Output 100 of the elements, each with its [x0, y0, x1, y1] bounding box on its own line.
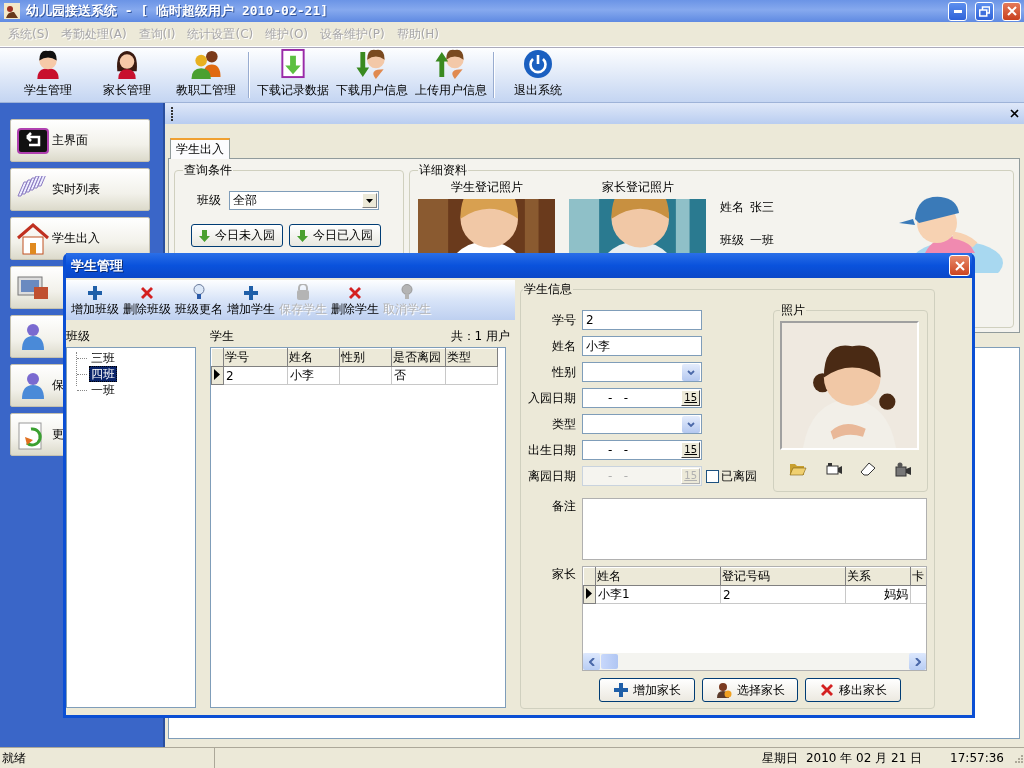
field-label: 入园日期: [527, 389, 576, 407]
caret-icon: [366, 198, 373, 203]
cross-icon: [140, 286, 154, 300]
toolbar-button[interactable]: 下载记录数据: [253, 48, 332, 102]
close-icon: [954, 260, 965, 271]
return-icon: [17, 127, 49, 154]
horizontal-scrollbar[interactable]: [583, 653, 926, 670]
sidebar-button[interactable]: 实时列表: [10, 168, 150, 211]
class-dropdown[interactable]: 全部: [229, 191, 379, 210]
eraser-icon[interactable]: [860, 462, 877, 476]
table-cell: 2: [723, 587, 731, 602]
pane-title: 学生: [210, 328, 235, 345]
person-down-arrow-icon: [355, 48, 388, 79]
table-cell: 妈妈: [884, 587, 908, 601]
group-title: 照片: [781, 303, 805, 317]
action-button[interactable]: 增加家长: [599, 678, 695, 702]
photo-caption: 家长登记照片: [601, 179, 674, 196]
plus-icon: [88, 286, 102, 300]
field-label: 备注: [551, 498, 576, 515]
photo-caption: 学生登记照片: [450, 179, 523, 196]
field-label: 班级: [197, 192, 221, 209]
chevron-icon: [687, 369, 695, 375]
toolbar-button[interactable]: 退出系统: [498, 48, 577, 102]
plus-icon: [613, 683, 628, 697]
dropdown-field[interactable]: [582, 414, 702, 434]
window-title: 幼儿园接送系统 - [ 临时超级用户 2010-02-21]: [26, 2, 330, 20]
down-arrow-icon: [199, 229, 210, 242]
action-button[interactable]: 移出家长: [805, 678, 901, 702]
date-field[interactable]: - - 15: [582, 388, 702, 408]
field-label: 性别: [551, 363, 576, 381]
toolbar-button[interactable]: 增加学生: [225, 282, 277, 318]
status-time: 17:57:36: [950, 751, 1004, 765]
toolbar-button[interactable]: 上传用户信息: [411, 48, 490, 102]
field-label: 离园日期: [527, 467, 576, 485]
checkbox[interactable]: [706, 469, 719, 483]
person-up-arrow-icon: [434, 48, 467, 79]
restore-button[interactable]: [975, 1, 994, 21]
status-date: 星期日 2010 年 02 月 21 日: [762, 749, 923, 767]
input-field[interactable]: 小李: [582, 336, 702, 356]
table-cell: 2: [226, 368, 234, 383]
scrollbar-thumb[interactable]: [601, 654, 618, 669]
notes-field[interactable]: [582, 498, 927, 560]
column-header[interactable]: 学号: [223, 348, 288, 367]
detail-value: 张三: [750, 199, 774, 216]
row-indicator-icon: [214, 368, 220, 380]
action-button[interactable]: 选择家长: [702, 678, 798, 702]
group-title: 学生信息: [524, 282, 572, 296]
plus-icon: [244, 286, 258, 300]
cross-icon: [348, 286, 362, 300]
tree-item[interactable]: 四班: [89, 366, 117, 382]
down-arrow-icon: [297, 229, 308, 242]
filter-button[interactable]: 今日已入园: [289, 224, 381, 247]
pane-title: 班级: [66, 329, 90, 343]
camcorder-icon[interactable]: [894, 462, 913, 478]
grip-icon: [171, 106, 174, 121]
toolbar-button[interactable]: 增加班级: [69, 282, 121, 318]
column-header[interactable]: 性别: [339, 348, 392, 367]
minimize-icon: [953, 9, 962, 13]
calendar-button[interactable]: 15: [681, 442, 700, 458]
column-header[interactable]: 是否离园: [391, 348, 446, 367]
close-button[interactable]: [1008, 107, 1021, 120]
sidebar-button[interactable]: 主界面: [10, 119, 150, 162]
house-icon: [16, 222, 50, 255]
detail-label: 姓名: [720, 199, 744, 216]
bulb-icon: [193, 284, 205, 300]
dropdown-field[interactable]: [582, 362, 702, 382]
detail-value: 一班: [750, 232, 774, 249]
column-header[interactable]: 姓名: [595, 567, 721, 586]
field-label: 出生日期: [527, 441, 576, 459]
camera-icon[interactable]: [824, 462, 843, 476]
calendar-button[interactable]: 15: [681, 390, 700, 406]
tab[interactable]: 学生出入: [170, 138, 230, 159]
toolbar-button[interactable]: 学生管理: [8, 48, 87, 102]
column-header[interactable]: 登记号码: [720, 567, 846, 586]
toolbar-button[interactable]: 下载用户信息: [332, 48, 411, 102]
date-field[interactable]: - - 15: [582, 440, 702, 460]
bulb-icon: [401, 284, 413, 300]
person-icon: [715, 682, 732, 698]
field-label: 类型: [551, 415, 576, 433]
tree-item[interactable]: 三班: [89, 350, 117, 366]
row-indicator-icon: [586, 587, 592, 599]
toolbar-button[interactable]: 教职工管理: [166, 48, 245, 102]
column-header[interactable]: 关系: [845, 567, 911, 586]
filter-button[interactable]: 今日未入园: [191, 224, 283, 247]
table-cell: 否: [394, 368, 406, 382]
minimize-button[interactable]: [948, 1, 967, 21]
status-text: 就绪: [2, 749, 26, 767]
column-header[interactable]: 姓名: [287, 348, 340, 367]
restore-icon: [979, 5, 990, 17]
input-field[interactable]: 2: [582, 310, 702, 330]
tree-item[interactable]: 一班: [89, 382, 117, 398]
toolbar-button[interactable]: 删除学生: [329, 282, 381, 318]
column-header[interactable]: 类型: [445, 348, 498, 367]
field-label: 家长: [551, 566, 576, 583]
toolbar-button[interactable]: 班级更名: [173, 282, 225, 318]
toolbar-button[interactable]: 家长管理: [87, 48, 166, 102]
toolbar-button[interactable]: 删除班级: [121, 282, 173, 318]
field-label: 学号: [551, 311, 576, 329]
detail-label: 班级: [720, 232, 744, 249]
folder-icon[interactable]: [788, 462, 807, 476]
